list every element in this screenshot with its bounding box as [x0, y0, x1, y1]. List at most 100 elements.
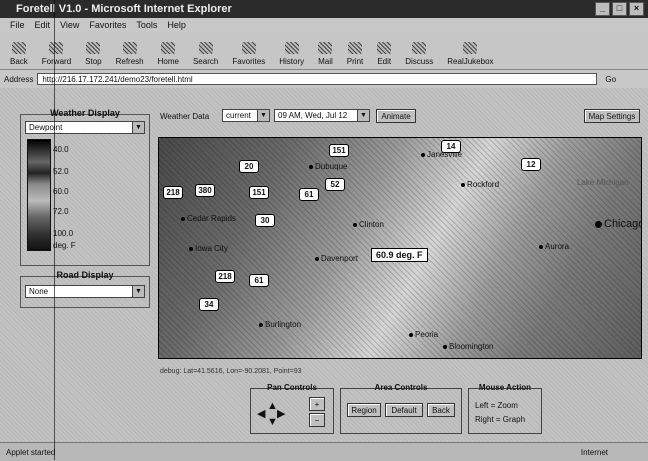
go-button[interactable]: Go — [605, 75, 616, 84]
scan-artifact-line — [54, 0, 55, 460]
menu-help[interactable]: Help — [167, 20, 186, 30]
legend-label-4: 100.0 — [53, 229, 74, 238]
address-label: Address — [4, 74, 34, 84]
home-button[interactable]: Home — [158, 42, 179, 69]
refresh-icon — [122, 42, 137, 54]
forward-button[interactable]: Forward — [42, 42, 71, 69]
road-shield: 151 — [329, 144, 349, 157]
forward-arrow-icon — [49, 42, 64, 54]
weather-variable-select[interactable]: Dewpoint ▼ — [25, 121, 145, 134]
area-controls-title: Area Controls — [374, 383, 428, 392]
weather-variable-value: Dewpoint — [29, 123, 63, 132]
history-button[interactable]: History — [279, 42, 304, 69]
edit-icon — [377, 42, 392, 54]
city-iowa-city: Iowa City — [189, 244, 228, 253]
status-bar: Applet started Internet — [0, 442, 648, 461]
weather-data-label: Weather Data — [160, 112, 210, 121]
address-url: http://216.17.172.241/demo23/foretell.ht… — [42, 74, 193, 84]
status-text: Applet started — [6, 447, 56, 457]
road-shield: 218 — [215, 270, 235, 283]
city-bloomington: Bloomington — [443, 342, 493, 351]
road-shield: 20 — [239, 160, 259, 173]
pan-left-button[interactable]: ◀ — [257, 409, 265, 420]
discuss-button[interactable]: Discuss — [405, 42, 433, 69]
road-select-value: None — [29, 287, 49, 296]
road-shield: 218 — [163, 186, 183, 199]
minimize-button[interactable]: _ — [595, 2, 610, 16]
city-cedar-rapids: Cedar Rapids — [181, 214, 236, 223]
road-shield: 34 — [199, 298, 219, 311]
forward-label: Forward — [41, 57, 72, 66]
road-shield: 52 — [325, 178, 345, 191]
menu-favorites[interactable]: Favorites — [89, 20, 126, 30]
road-shield: 61 — [249, 274, 269, 287]
mail-icon — [318, 42, 333, 54]
mail-label: Mail — [318, 57, 333, 66]
menu-edit[interactable]: Edit — [35, 20, 51, 30]
legend-label-2: 60.0 — [53, 187, 69, 196]
stop-icon — [86, 42, 101, 54]
search-icon — [198, 42, 213, 54]
back-area-button[interactable]: Back — [427, 403, 455, 417]
chevron-down-icon: ▼ — [132, 122, 144, 133]
stop-label: Stop — [85, 57, 102, 66]
mouse-action-title: Mouse Action — [478, 383, 532, 392]
legend-label-3: 72.0 — [53, 207, 69, 216]
stop-button[interactable]: Stop — [85, 42, 102, 69]
close-button[interactable]: × — [629, 2, 644, 16]
realjukebox-button[interactable]: RealJukebox — [447, 42, 494, 69]
print-icon — [348, 42, 363, 54]
menu-view[interactable]: View — [60, 20, 79, 30]
menu-tools[interactable]: Tools — [136, 20, 157, 30]
mouse-action-group: Mouse Action Left = Zoom Right = Graph — [468, 383, 542, 434]
road-shield: 12 — [521, 158, 541, 171]
default-button[interactable]: Default — [385, 403, 423, 417]
map-settings-button[interactable]: Map Settings — [584, 109, 640, 123]
print-button[interactable]: Print — [347, 42, 363, 69]
legend-label-0: 40.0 — [53, 145, 69, 154]
window-title: Foretell V1.0 - Microsoft Internet Explo… — [16, 3, 232, 15]
weather-map[interactable]: Dubuque Janesville Rockford Chicago Clin… — [158, 137, 642, 359]
chevron-down-icon: ▼ — [257, 110, 269, 121]
road-display-panel: Road Display None ▼ — [20, 270, 150, 308]
back-button[interactable]: Back — [10, 42, 28, 69]
back-label: Back — [10, 57, 28, 66]
home-icon — [161, 42, 176, 54]
area-controls-group: Area Controls Region Default Back — [340, 383, 462, 434]
time-select[interactable]: 09 AM, Wed, Jul 12 ▼ — [274, 109, 370, 122]
mail-button[interactable]: Mail — [318, 42, 333, 69]
back-arrow-icon — [11, 42, 26, 54]
favorites-icon — [241, 42, 256, 54]
legend-label-1: 52.0 — [53, 167, 69, 176]
menu-bar: File Edit View Favorites Tools Help — [0, 18, 648, 33]
label-lake-michigan: Lake Michigan — [577, 178, 629, 187]
pan-controls-group: Pan Controls ▲ ▼ ◀ ▶ + − — [250, 383, 334, 434]
animate-button[interactable]: Animate — [376, 109, 416, 123]
pan-controls-title: Pan Controls — [267, 383, 317, 392]
maximize-button[interactable]: □ — [612, 2, 627, 16]
region-button[interactable]: Region — [347, 403, 381, 417]
debug-readout: debug: Lat=41.5616, Lon=-90.2081, Point=… — [160, 368, 302, 375]
weather-display-panel: Weather Display Dewpoint ▼ 40.0 52.0 60.… — [20, 108, 150, 266]
history-label: History — [279, 57, 305, 66]
zoom-out-button[interactable]: − — [309, 413, 325, 427]
applet-area: Weather Display Dewpoint ▼ 40.0 52.0 60.… — [0, 88, 648, 442]
value-tooltip: 60.9 deg. F — [371, 248, 428, 262]
search-label: Search — [192, 57, 219, 66]
refresh-button[interactable]: Refresh — [116, 42, 144, 69]
edit-button[interactable]: Edit — [377, 42, 392, 69]
road-display-title: Road Display — [56, 270, 114, 280]
home-label: Home — [157, 57, 179, 66]
road-shield: 380 — [195, 184, 215, 197]
chevron-down-icon: ▼ — [357, 110, 369, 121]
menu-file[interactable]: File — [10, 20, 25, 30]
pan-right-button[interactable]: ▶ — [277, 409, 285, 420]
search-button[interactable]: Search — [193, 42, 218, 69]
data-source-select[interactable]: current ▼ — [222, 109, 270, 122]
address-input[interactable]: http://216.17.172.241/demo23/foretell.ht… — [37, 73, 598, 85]
road-select[interactable]: None ▼ — [25, 285, 145, 298]
zoom-in-button[interactable]: + — [309, 397, 325, 411]
favorites-button[interactable]: Favorites — [232, 42, 265, 69]
history-icon — [284, 42, 299, 54]
jukebox-icon — [463, 42, 478, 54]
